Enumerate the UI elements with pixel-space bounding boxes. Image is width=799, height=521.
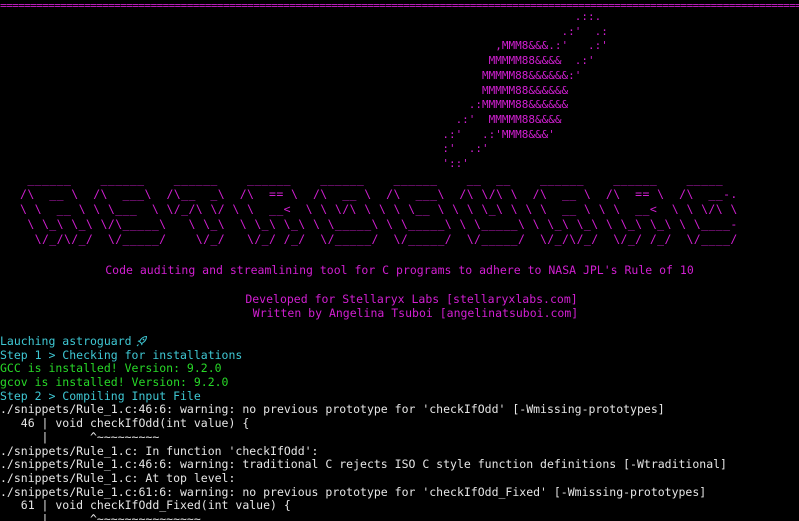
log-line: | ^~~~~~~~~~~~~~~~ [0,511,201,521]
log-line: Step 1 > Checking for installations [0,347,243,362]
log-line: ./snippets/Rule_1.c:46:6: warning: no pr… [0,402,665,417]
log-line: | ^~~~~~~~~~ [0,429,160,444]
log-line: gcov is installed! Version: 9.2.0 [0,375,229,390]
terminal-output-log: Lauching astroguard Step 1 > Checking fo… [0,334,799,521]
terminal-window[interactable]: ========================================… [0,0,799,521]
log-line: ./snippets/Rule_1.c: In function 'checkI… [0,443,319,458]
rocket-icon [136,335,148,347]
developed-by-text: Developed for Stellaryx Labs [stellaryxl… [245,292,578,306]
launch-text: Lauching astroguard [0,334,132,348]
written-by-text: Written by Angelina Tsuboi [angelinatsub… [252,306,579,320]
launch-line: Lauching astroguard [0,334,799,349]
log-line: GCC is installed! Version: 9.2.0 [0,361,222,376]
rocket-ascii-art: .::. .:' .: ,MMM8&&&.:' .:' MMMMM88&&&& … [442,10,608,171]
log-line: 46 | void checkIfOdd(int value) { [0,416,250,431]
log-line: ./snippets/Rule_1.c:61:6: warning: no pr… [0,484,707,499]
log-line: 61 | void checkIfOdd_Fixed(int value) { [0,498,291,513]
astroguard-banner-ascii-art: ______ ______ ______ ______ ______ _____… [20,172,738,246]
tagline-text: Code auditing and streamlining tool for … [105,263,694,277]
log-line: ./snippets/Rule_1.c: At top level: [0,470,236,485]
log-line: ./snippets/Rule_1.c:46:6: warning: tradi… [0,457,727,472]
log-line: Step 2 > Compiling Input File [0,388,201,403]
